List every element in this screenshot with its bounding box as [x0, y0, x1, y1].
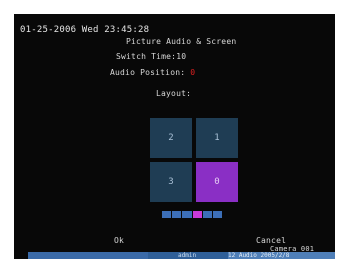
audio-position-setting[interactable]: Audio Position: 0: [110, 68, 195, 77]
layout-cell-0-selected[interactable]: 0: [196, 162, 238, 202]
datetime-display: 01-25-2006 Wed 23:45:28: [20, 25, 150, 35]
page-indicator-dot[interactable]: [192, 211, 202, 218]
page-indicator-dot[interactable]: [202, 211, 212, 218]
audio-position-value[interactable]: 0: [190, 68, 195, 77]
audio-position-label: Audio Position:: [110, 68, 186, 77]
page-indicator-dot[interactable]: [162, 211, 172, 218]
photo-frame: 01-25-2006 Wed 23:45:28 Picture Audio & …: [0, 0, 347, 267]
layout-cell-1[interactable]: 1: [196, 118, 238, 158]
page-indicator-dot[interactable]: [212, 211, 223, 218]
cancel-button[interactable]: Cancel: [256, 236, 286, 245]
page-indicator-dot[interactable]: [182, 211, 192, 218]
menu-title: Picture Audio & Screen: [126, 37, 237, 46]
layout-cell-2[interactable]: 2: [150, 118, 192, 158]
status-bar: admin 12 Audio 2005/2/8: [28, 252, 335, 259]
switch-time-setting[interactable]: Switch Time:10: [116, 52, 186, 61]
page-indicator-dot[interactable]: [172, 211, 182, 218]
status-bar-info: 12 Audio 2005/2/8: [228, 252, 335, 259]
status-bar-left: [28, 252, 148, 259]
page-indicator[interactable]: [162, 211, 223, 218]
layout-cell-3[interactable]: 3: [150, 162, 192, 202]
status-bar-user: admin: [178, 252, 197, 259]
ok-button[interactable]: Ok: [114, 236, 124, 245]
layout-label: Layout:: [156, 89, 192, 98]
dvr-screen: 01-25-2006 Wed 23:45:28 Picture Audio & …: [14, 14, 335, 259]
